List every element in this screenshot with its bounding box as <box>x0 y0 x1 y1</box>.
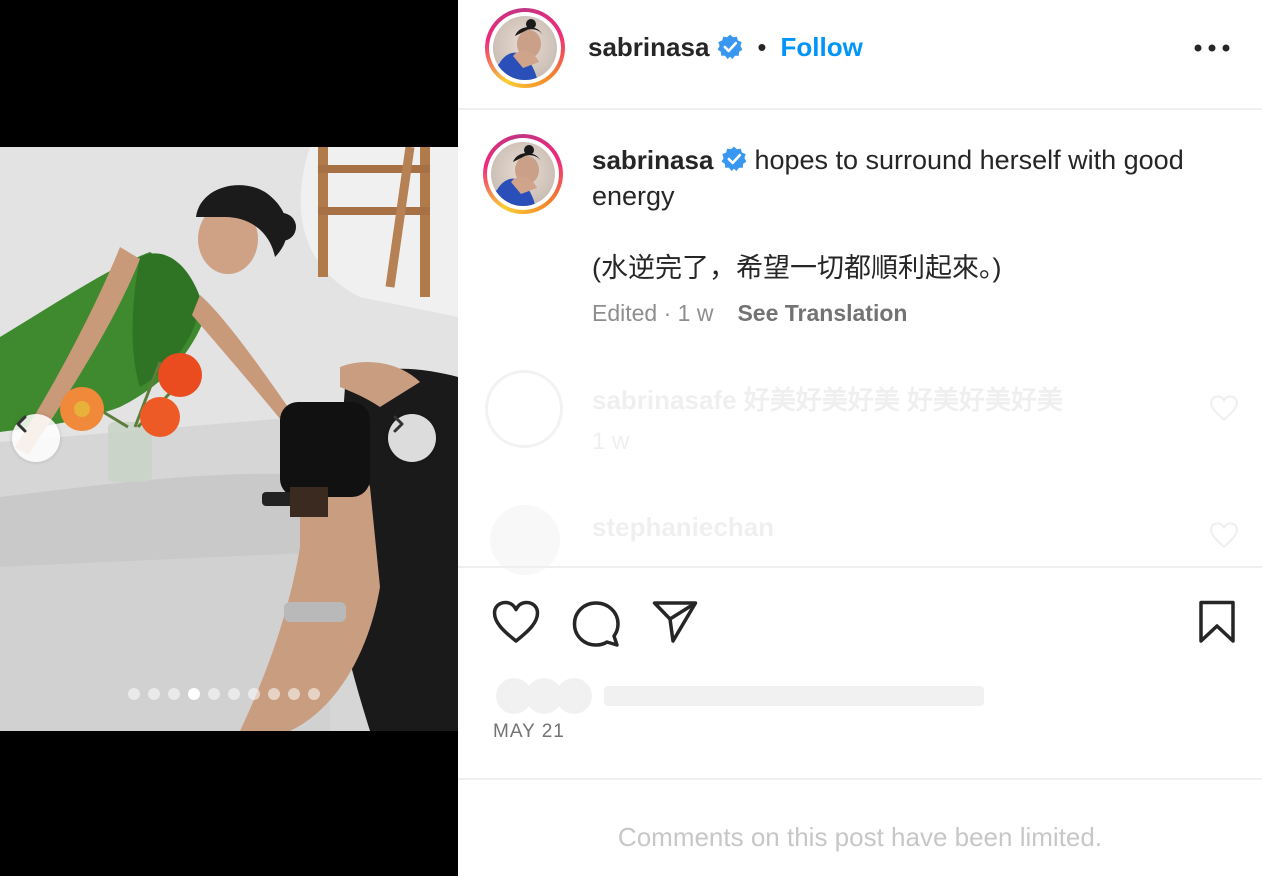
caption-author-avatar[interactable] <box>483 134 563 214</box>
comment-bubble-icon[interactable] <box>572 600 620 648</box>
carousel-dot <box>208 688 220 700</box>
chevron-left-icon <box>16 415 27 433</box>
faded-likes-row <box>496 678 984 714</box>
carousel-dot <box>228 688 240 700</box>
bookmark-icon[interactable] <box>1198 600 1236 644</box>
carousel-indicator <box>128 688 320 700</box>
post-media-panel <box>0 0 458 876</box>
follow-button[interactable]: Follow <box>781 32 863 63</box>
comments-limited-notice: Comments on this post have been limited. <box>617 822 1103 852</box>
header-user-line: sabrinasa • Follow <box>588 30 863 64</box>
carousel-next-button[interactable] <box>388 414 436 462</box>
paper-plane-icon[interactable] <box>652 600 698 644</box>
edited-timestamp: Edited · 1 w <box>592 300 714 326</box>
caption-username[interactable]: sabrinasa <box>592 145 713 175</box>
post-details-panel: sabrinasa • Follow sabrinasa hopes to su… <box>458 0 1262 876</box>
see-translation-link[interactable]: See Translation <box>737 300 907 327</box>
carousel-prev-button[interactable] <box>12 414 60 462</box>
carousel-dot <box>288 688 300 700</box>
post-date: MAY 21 <box>493 721 565 742</box>
carousel-dot <box>188 688 200 700</box>
faded-comment-avatar <box>490 505 560 575</box>
post-header: sabrinasa • Follow <box>458 0 1262 110</box>
heart-icon <box>1210 522 1238 548</box>
post-photo[interactable] <box>0 147 458 731</box>
faded-comment-username: stephaniechan <box>592 512 775 542</box>
post-actions-bar <box>458 566 1262 678</box>
carousel-dot <box>168 688 180 700</box>
carousel-dot <box>308 688 320 700</box>
carousel-dot <box>248 688 260 700</box>
verified-badge-icon <box>718 34 743 60</box>
faded-comment-time: 1 w <box>592 428 630 455</box>
carousel-dot <box>128 688 140 700</box>
header-separator: • <box>757 31 767 62</box>
heart-icon[interactable] <box>492 600 540 644</box>
caption-chinese-text: (水逆完了，希望一切都順利起來。) <box>592 253 1002 283</box>
heart-icon <box>1210 395 1238 421</box>
post-caption: sabrinasa hopes to surround herself with… <box>592 142 1212 214</box>
post-footer: Comments on this post have been limited. <box>458 778 1262 878</box>
faded-comment-text: sabrinasafe 好美好美好美 好美好美好美 <box>592 385 1063 415</box>
carousel-dot <box>268 688 280 700</box>
caption-meta: Edited · 1 w See Translation <box>592 300 907 327</box>
more-options-icon[interactable] <box>1192 36 1232 60</box>
header-username[interactable]: sabrinasa <box>588 32 709 63</box>
chevron-right-icon <box>393 415 404 433</box>
faded-comment-avatar <box>485 370 563 448</box>
verified-badge-icon <box>721 146 747 172</box>
carousel-dot <box>148 688 160 700</box>
author-avatar[interactable] <box>485 8 565 88</box>
